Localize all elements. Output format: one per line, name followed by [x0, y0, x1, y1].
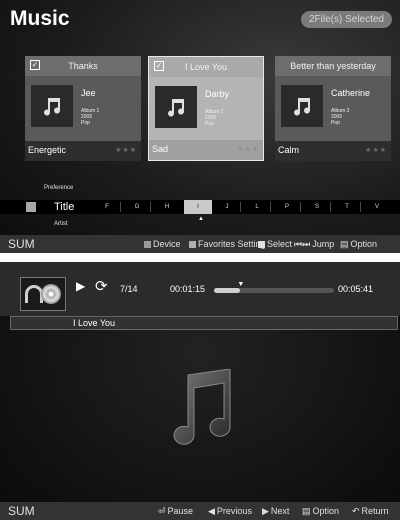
music-library-panel: Music 2File(s) Selected ✓ Thanks Jee Alb…	[0, 0, 400, 253]
rating-stars: ★★★	[115, 147, 137, 154]
right-arrow-icon: ▶	[262, 506, 269, 516]
green-key-icon	[189, 241, 196, 249]
now-playing-title-bar: I Love You	[10, 316, 398, 330]
card-artist: Jee	[81, 88, 96, 98]
card-meta: Album 3 2005 Pop	[331, 108, 350, 126]
now-playing-disc-icon	[20, 277, 66, 311]
music-note-icon	[281, 85, 323, 127]
option-button[interactable]: ▤ Option	[302, 506, 339, 517]
tools-icon: ▤	[340, 239, 349, 249]
previous-button[interactable]: ◀ Previous	[208, 506, 252, 517]
jump-letter[interactable]: P	[276, 200, 298, 214]
player-footer-bar: SUM ⏎ Pause ◀ Previous ▶ Next ▤ Option ↶ Retu…	[0, 502, 400, 520]
page-title: Music	[10, 7, 70, 30]
sort-option-current[interactable]: Title	[54, 200, 74, 214]
tools-icon: ▤	[302, 506, 311, 516]
return-icon: ↶	[352, 506, 360, 516]
card-meta: Album 1 2005 Pop	[81, 108, 100, 126]
music-note-icon	[31, 85, 73, 127]
large-music-note-icon	[173, 369, 231, 445]
sum-label: SUM	[8, 237, 35, 251]
jump-letter[interactable]: G	[126, 200, 148, 214]
sort-icon	[26, 202, 36, 212]
card-title: Better than yesterday	[275, 56, 391, 76]
jump-letter[interactable]: V	[366, 200, 388, 214]
sort-option-preference[interactable]: Preference	[44, 185, 73, 191]
song-title: I Love You	[73, 318, 116, 328]
checkbox-checked-icon[interactable]: ✓	[30, 60, 40, 70]
music-card-better-than-yesterday[interactable]: Better than yesterday Catherine Album 3 …	[275, 56, 391, 161]
checkbox-checked-icon[interactable]: ✓	[154, 61, 164, 71]
jump-letter[interactable]: H	[156, 200, 178, 214]
skip-keys-icon: ⏮⏭	[294, 239, 311, 249]
rating-stars: ★★★	[237, 146, 259, 153]
jump-letter[interactable]: T	[336, 200, 358, 214]
card-meta: Album 2 2005 Pop	[205, 109, 224, 127]
card-artist: Catherine	[331, 88, 371, 98]
next-button[interactable]: ▶ Next	[262, 506, 289, 517]
card-artist: Darby	[205, 89, 230, 99]
elapsed-time: 00:01:15	[170, 284, 206, 294]
jump-letter-selected[interactable]: I	[187, 200, 209, 214]
card-title: ✓ Thanks	[25, 56, 141, 76]
option-button[interactable]: ▤ Option	[340, 239, 377, 250]
left-arrow-icon: ◀	[208, 506, 215, 516]
selection-count-badge: 2File(s) Selected	[300, 11, 392, 28]
select-button[interactable]: Select	[258, 239, 292, 249]
track-index: 7/14	[120, 284, 138, 294]
return-button[interactable]: ↶ Return	[352, 506, 389, 517]
jump-letter[interactable]: S	[306, 200, 328, 214]
music-card-thanks[interactable]: ✓ Thanks Jee Album 1 2005 Pop Energetic …	[25, 56, 141, 161]
progress-bar[interactable]: ▼	[214, 281, 334, 293]
sort-selector[interactable]: Preference Title F G H I J L P S T V ▲ A…	[0, 185, 400, 235]
pause-button[interactable]: ⏎ Pause	[158, 506, 193, 517]
progress-fill	[214, 288, 241, 293]
progress-marker-icon[interactable]: ▼	[237, 281, 244, 288]
music-player-panel: ▶ ⟳ 7/14 00:01:15 ▼ 00:05:41 I Love You …	[0, 262, 400, 520]
total-time: 00:05:41	[338, 284, 374, 294]
card-mood: Calm	[278, 145, 300, 155]
music-card-i-love-you[interactable]: ✓ I Love You Darby Album 2 2005 Pop Sad …	[148, 56, 264, 161]
yellow-key-icon	[258, 241, 265, 249]
play-icon[interactable]: ▶	[76, 279, 85, 293]
card-title: ✓ I Love You	[149, 57, 263, 77]
jump-letter[interactable]: J	[216, 200, 238, 214]
sort-option-artist[interactable]: Artist	[54, 221, 68, 227]
enter-icon: ⏎	[158, 506, 166, 516]
pointer-up-icon: ▲	[198, 216, 204, 222]
sum-label: SUM	[8, 504, 35, 518]
red-key-icon	[144, 241, 151, 249]
library-footer-bar: SUM Device Favorites Setting Select ⏮⏭ Ju…	[0, 235, 400, 253]
repeat-icon[interactable]: ⟳	[95, 277, 108, 295]
rating-stars: ★★★	[365, 147, 387, 154]
jump-letter[interactable]: F	[96, 200, 118, 214]
favorites-setting-button[interactable]: Favorites Setting	[189, 239, 266, 249]
card-mood: Sad	[152, 144, 169, 154]
music-note-icon	[155, 86, 197, 128]
device-button[interactable]: Device	[144, 239, 181, 249]
jump-letter[interactable]: L	[246, 200, 268, 214]
jump-button[interactable]: ⏮⏭ Jump	[294, 239, 334, 250]
card-mood: Energetic	[28, 145, 67, 155]
